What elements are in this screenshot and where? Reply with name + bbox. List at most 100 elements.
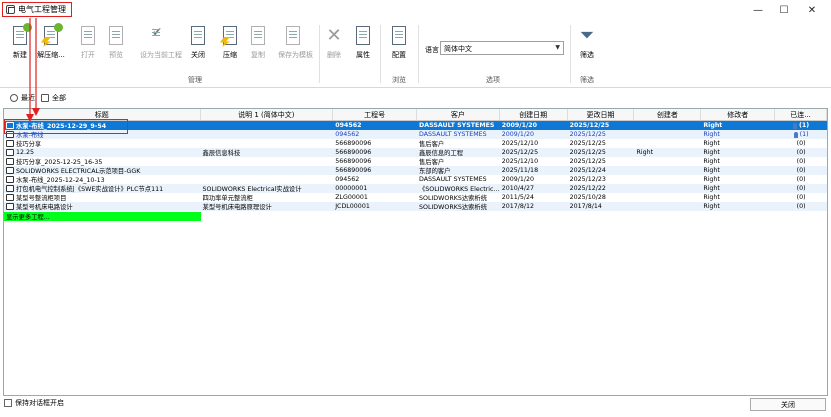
- cell-customer: SOLIDWORKS达索析统: [417, 202, 500, 211]
- cell-project-number: ZLG00001: [333, 193, 417, 202]
- cell-created-text: 2010/4/27: [501, 185, 535, 192]
- close-window-button[interactable]: ✕: [802, 2, 822, 18]
- column-header-description[interactable]: 说明 1 (简体中文): [201, 109, 334, 120]
- cell-modifier: Right: [701, 121, 775, 130]
- cell-customer-text: 东部的客户: [418, 168, 451, 175]
- cell-project-number-text: ZLG00001: [335, 194, 368, 201]
- table-row[interactable]: 某型号机床电路设计 某型号机床电路原理设计 JCDL00001 SOLIDWORKS达…: [4, 202, 827, 211]
- cell-modified-text: 2025/12/25: [569, 140, 606, 147]
- cell-modifier: Right: [701, 175, 775, 184]
- close-button[interactable]: 关闭: [750, 398, 826, 411]
- cell-connected: (0): [775, 148, 827, 157]
- cell-title-text: SOLIDWORKS ELECTRICAL示范项目-GGK: [16, 168, 141, 175]
- column-header-created[interactable]: 创建日期: [500, 109, 568, 120]
- new-button[interactable]: 新建: [5, 23, 35, 60]
- language-label: 语言: [425, 46, 439, 54]
- minimize-button[interactable]: —: [748, 2, 768, 18]
- cell-modifier: Right: [701, 184, 775, 193]
- cell-modified: 2025/10/28: [568, 193, 635, 202]
- table-row[interactable]: 某型号整流柜项目 四功率单元整流柜 ZLG00001 SOLIDWORKS达索析统 20…: [4, 193, 827, 202]
- cell-connected-text: (0): [796, 158, 806, 165]
- cell-created: 2025/12/10: [500, 139, 568, 148]
- cell-modified: 2025/12/25: [568, 148, 635, 157]
- column-header-creator[interactable]: 创建者: [634, 109, 702, 120]
- cell-modified-text: 2025/12/25: [569, 122, 610, 129]
- unarchive-button[interactable]: 解压缩...: [36, 23, 66, 60]
- cell-project-number-text: 094562: [335, 122, 362, 129]
- cell-modifier: Right: [701, 193, 775, 202]
- cell-description: [201, 175, 334, 184]
- cell-created: 2025/12/25: [500, 148, 568, 157]
- table-row[interactable]: 技巧分享_2025-12-25_16-35 566890096 售后客户 2025/1…: [4, 157, 827, 166]
- table-row[interactable]: 技巧分享 566890096 售后客户 2025/12/10 2025/12/25 Rig…: [4, 139, 827, 148]
- configure-button[interactable]: 配置: [384, 25, 414, 60]
- cell-description: [201, 166, 334, 175]
- cell-connected: (0): [775, 166, 827, 175]
- cell-customer-text: 售后客户: [418, 159, 445, 166]
- cell-connected: (0): [775, 157, 827, 166]
- cell-modified: 2025/12/22: [568, 184, 635, 193]
- show-more-projects[interactable]: 显示更多工程...: [4, 212, 201, 221]
- set-current-button[interactable]: ✔ 设为当前工程: [140, 25, 182, 60]
- open-button[interactable]: 打开: [73, 25, 103, 60]
- cell-description-text: SOLIDWORKS Electrical实战设计: [202, 186, 302, 193]
- cell-modifier-text: Right: [703, 140, 720, 147]
- cell-project-number: 094562: [333, 121, 417, 130]
- close-project-button[interactable]: 关闭: [183, 25, 213, 60]
- preview-button[interactable]: 预览: [101, 25, 131, 60]
- properties-button[interactable]: 属性: [348, 25, 378, 60]
- column-header-modifier[interactable]: 修改者: [701, 109, 776, 120]
- cell-modifier: Right: [701, 148, 775, 157]
- language-select[interactable]: 简体中文 ▼: [440, 41, 564, 55]
- cell-description: 鑫辰信息科技: [201, 148, 334, 157]
- clock-icon: [10, 94, 18, 102]
- column-header-project-number[interactable]: 工程号: [333, 109, 417, 120]
- project-icon: [6, 158, 14, 165]
- table-row[interactable]: SOLIDWORKS ELECTRICAL示范项目-GGK 566890096 东部…: [4, 166, 827, 175]
- delete-button[interactable]: ✕ 删除: [319, 25, 349, 60]
- cell-modifier-text: Right: [703, 149, 720, 156]
- cell-creator: [634, 157, 701, 166]
- maximize-button[interactable]: ☐: [774, 2, 794, 18]
- cell-creator: [634, 193, 701, 202]
- filter-button[interactable]: ⏷ 筛选: [572, 25, 602, 60]
- cell-customer: SOLIDWORKS达索析统: [417, 193, 500, 202]
- table-row[interactable]: 打包机电气控制系统|《SWE实战设计》PLC节点111 SOLIDWORKS El…: [4, 184, 827, 193]
- cell-customer: 鑫辰信息的工程: [417, 148, 500, 157]
- cell-creator: [634, 130, 701, 139]
- column-header-modified[interactable]: 更改日期: [568, 109, 635, 120]
- table-row[interactable]: 12.25 鑫辰信息科技 566890096 鑫辰信息的工程 2025/12/25 202…: [4, 148, 827, 157]
- column-header-connected[interactable]: 已连...: [775, 109, 827, 120]
- delete-icon: ✕: [326, 25, 342, 46]
- cell-project-number: 566890096: [333, 139, 417, 148]
- save-template-button[interactable]: 保存为模板: [278, 25, 313, 60]
- cell-customer: 售后客户: [417, 139, 500, 148]
- project-table: 标题 说明 1 (简体中文) 工程号 客户 创建日期 更改日期 创建者 修改者 …: [3, 108, 828, 396]
- cell-created-text: 2009/1/20: [501, 122, 538, 129]
- table-row[interactable]: 水泵-布线_2025-12-24_10-13 094562 DASSAULT SYS…: [4, 175, 827, 184]
- cell-description: SOLIDWORKS Electrical实战设计: [201, 184, 334, 193]
- group-label-options: 选项: [486, 76, 500, 84]
- cell-creator: Right: [634, 148, 701, 157]
- cell-project-number-text: 094562: [335, 176, 360, 183]
- properties-icon: [353, 25, 373, 47]
- cell-created: 2017/8/12: [500, 202, 568, 211]
- project-icon: [6, 149, 14, 156]
- chevron-down-icon: ▼: [555, 44, 560, 51]
- cell-modifier-text: Right: [703, 158, 720, 165]
- cell-modifier: Right: [701, 139, 775, 148]
- recent-filter[interactable]: 最近: [10, 93, 35, 103]
- language-value: 简体中文: [444, 45, 472, 53]
- all-filter[interactable]: 全部: [41, 93, 66, 103]
- cell-connected: (0): [775, 193, 827, 202]
- keep-open-checkbox[interactable]: 保持对话框开启: [4, 398, 64, 408]
- table-body: 水泵-布线_2025-12-29_9-54 094562 DASSAULT SYST…: [4, 121, 827, 211]
- cell-customer: 东部的客户: [417, 166, 500, 175]
- app-icon: [6, 5, 15, 14]
- copy-button[interactable]: 复制: [243, 25, 273, 60]
- new-project-icon: [10, 23, 32, 47]
- cell-creator: [634, 121, 701, 130]
- column-header-customer[interactable]: 客户: [417, 109, 500, 120]
- cell-title: SOLIDWORKS ELECTRICAL示范项目-GGK: [4, 166, 201, 175]
- archive-button[interactable]: 压缩: [215, 25, 245, 60]
